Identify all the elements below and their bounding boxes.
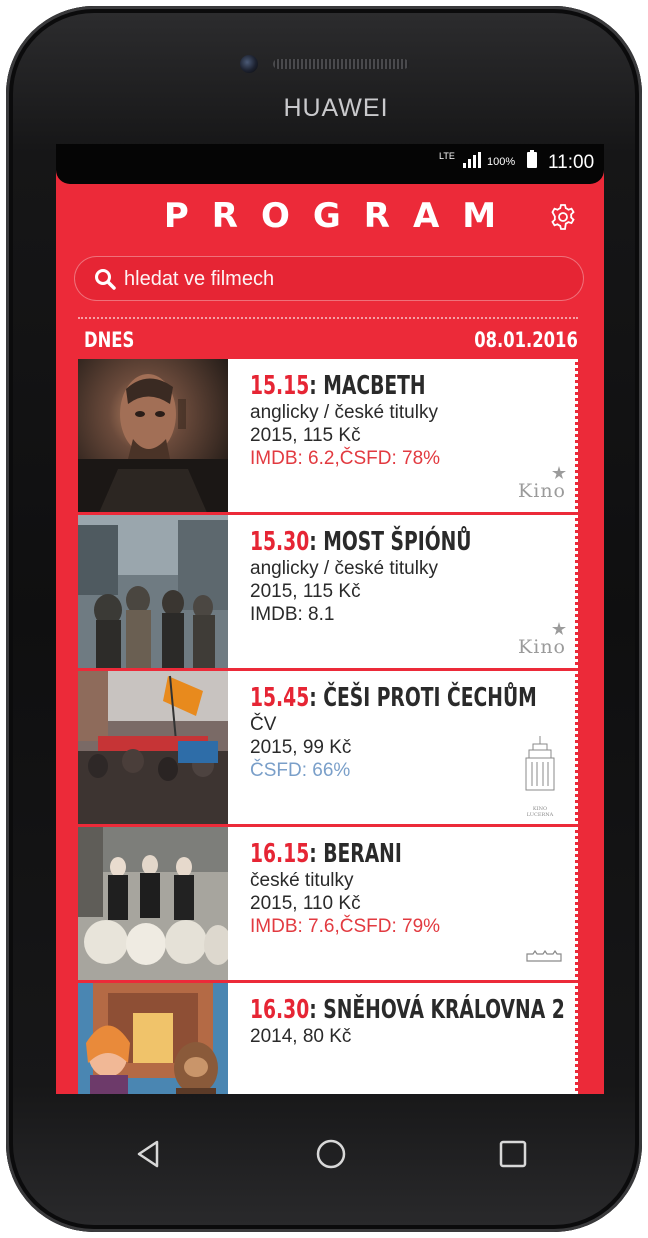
front-camera <box>240 55 258 73</box>
movie-title: MACBETH <box>323 371 426 401</box>
movie-rating: IMDB: 6.2,ČSFD: 78% <box>250 448 441 469</box>
cinema-logo-kino: Kino <box>518 622 566 658</box>
movie-poster-berani <box>78 827 228 980</box>
movie-language: ČV <box>250 714 277 735</box>
page-title: PROGRAM <box>163 196 520 236</box>
search-input[interactable] <box>122 263 566 295</box>
cinema-name: Kino <box>518 636 566 658</box>
movie-time: 16.15 <box>250 839 310 869</box>
movie-info: 15.15: MACBETH anglicky / české titulky … <box>250 371 560 470</box>
gear-icon[interactable] <box>549 203 577 231</box>
lucerna-building-icon <box>525 736 555 791</box>
movie-info: 15.45: ČEŠI PROTI ČECHŮM ČV 2015, 99 Kč … <box>250 683 560 782</box>
lte-indicator: LTE <box>439 151 455 161</box>
movie-time: 15.45 <box>250 683 310 713</box>
movie-poster-macbeth <box>78 359 228 512</box>
clock: 11:00 <box>548 152 595 173</box>
search-bar[interactable] <box>74 256 584 301</box>
search-icon <box>95 269 116 290</box>
movie-info: 16.15: BERANI české titulky 2015, 110 Kč… <box>250 839 560 938</box>
movie-headline: 15.15: MACBETH <box>250 371 426 401</box>
movie-card[interactable]: 16.15: BERANI české titulky 2015, 110 Kč… <box>78 827 578 983</box>
star-icon <box>552 622 566 635</box>
movie-title: BERANI <box>323 839 402 869</box>
back-triangle-icon[interactable] <box>129 1134 169 1174</box>
movie-list[interactable]: 15.15: MACBETH anglicky / české titulky … <box>78 359 578 1094</box>
movie-language: anglicky / české titulky <box>250 558 438 579</box>
movie-info: 16.30: SNĚHOVÁ KRÁLOVNA 2 2014, 80 Kč <box>250 995 565 1048</box>
movie-card[interactable]: 15.15: MACBETH anglicky / české titulky … <box>78 359 578 515</box>
movie-year-price: 2015, 115 Kč <box>250 425 361 446</box>
movie-rating: IMDB: 7.6,ČSFD: 79% <box>250 916 441 937</box>
movie-card[interactable]: 15.45: ČEŠI PROTI ČECHŮM ČV 2015, 99 Kč … <box>78 671 578 827</box>
movie-time: 16.30 <box>250 995 310 1025</box>
movie-info: 15.30: MOST ŠPIÓNŮ anglicky / české titu… <box>250 527 560 626</box>
day-label: DNES <box>84 328 135 352</box>
movie-headline: 16.30: SNĚHOVÁ KRÁLOVNA 2 <box>250 995 565 1025</box>
movie-headline: 16.15: BERANI <box>250 839 402 869</box>
cinema-logo <box>526 947 562 966</box>
battery-percent: 100% <box>487 156 516 168</box>
movie-poster-snehova-kralovna-2 <box>78 983 228 1094</box>
cinema-logo-lucerna: KINO LUCERNA <box>520 736 560 818</box>
star-icon <box>552 466 566 479</box>
movie-rating: IMDB: 8.1 <box>250 604 335 625</box>
day-date: 08.01.2016 <box>474 328 578 352</box>
movie-language: anglicky / české titulky <box>250 402 438 423</box>
movie-card[interactable]: 15.30: MOST ŠPIÓNŮ anglicky / české titu… <box>78 515 578 671</box>
movie-year-price: 2015, 115 Kč <box>250 581 361 602</box>
movie-headline: 15.30: MOST ŠPIÓNŮ <box>250 527 472 557</box>
movie-year-price: 2014, 80 Kč <box>250 1026 352 1047</box>
movie-language: české titulky <box>250 870 354 891</box>
cinema-name: KINO LUCERNA <box>526 806 554 818</box>
cinema-logo-kino: Kino <box>518 466 566 502</box>
battery-icon <box>527 150 537 168</box>
home-circle-icon[interactable] <box>311 1134 351 1174</box>
signal-icon <box>463 152 485 168</box>
movie-poster-most-spionu <box>78 515 228 668</box>
app-screen: LTE 100% 11:00 PROGRAM DNES 08.01.2016 <box>56 144 604 1094</box>
day-header: DNES 08.01.2016 <box>78 317 578 353</box>
movie-rating: ČSFD: 66% <box>250 760 351 781</box>
movie-card[interactable]: 16.30: SNĚHOVÁ KRÁLOVNA 2 2014, 80 Kč <box>78 983 578 1094</box>
movie-title: ČEŠI PROTI ČECHŮM <box>323 683 537 713</box>
movie-time: 15.15 <box>250 371 310 401</box>
movie-time: 15.30 <box>250 527 310 557</box>
brand-logo: HUAWEI <box>283 94 389 122</box>
movie-poster-cesi-proti-cechum <box>78 671 228 824</box>
earpiece-speaker <box>273 59 409 69</box>
movie-title: SNĚHOVÁ KRÁLOVNA 2 <box>323 995 565 1025</box>
cinema-name: Kino <box>518 480 566 502</box>
movie-year-price: 2015, 110 Kč <box>250 893 361 914</box>
movie-year-price: 2015, 99 Kč <box>250 737 352 758</box>
cinema-building-icon <box>526 949 562 962</box>
movie-headline: 15.45: ČEŠI PROTI ČECHŮM <box>250 683 537 713</box>
android-navigation-bar <box>56 1094 604 1224</box>
movie-title: MOST ŠPIÓNŮ <box>323 527 472 557</box>
status-bar: LTE 100% 11:00 <box>56 144 604 184</box>
recents-square-icon[interactable] <box>493 1134 533 1174</box>
